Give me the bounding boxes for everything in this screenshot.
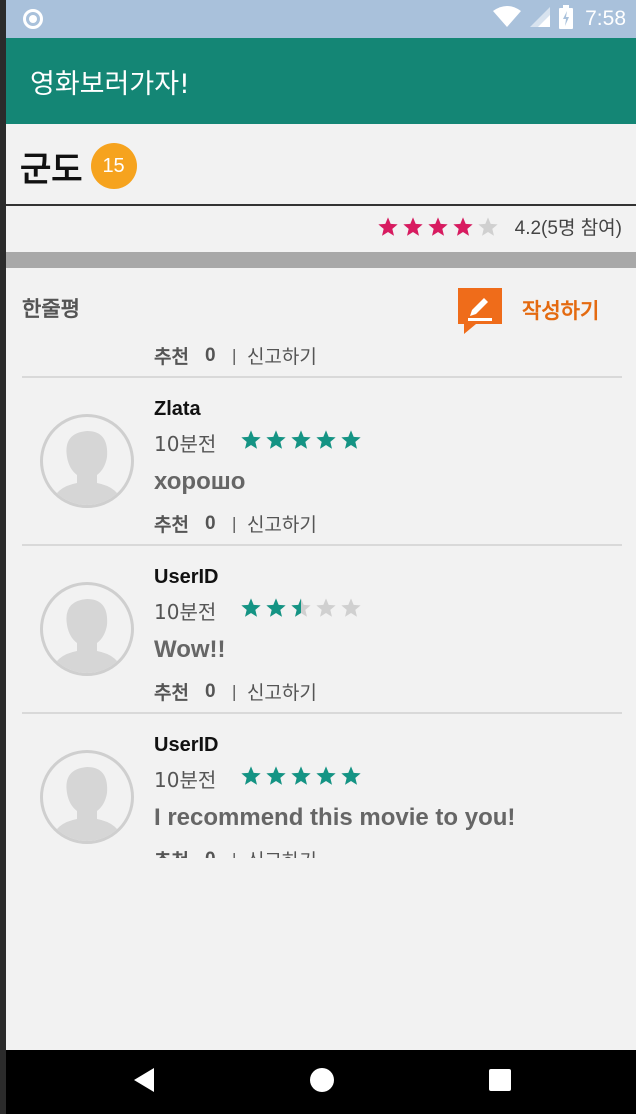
recommend-button[interactable]: 추천 xyxy=(154,342,189,369)
write-review-label: 작성하기 xyxy=(522,299,600,323)
recommend-count: 0 xyxy=(204,344,216,366)
review-time: 10분전 xyxy=(154,768,217,792)
star-icon xyxy=(340,429,362,451)
review-text: хорошо xyxy=(154,468,246,495)
recents-button[interactable] xyxy=(460,1050,540,1114)
star-icon xyxy=(265,597,287,619)
star-icon xyxy=(377,216,399,238)
movie-rating: 4.2(5명 참여) xyxy=(377,213,622,240)
wifi-icon xyxy=(493,6,522,32)
rating-summary: 4.2(5명 참여) xyxy=(514,218,622,239)
review-time: 10분전 xyxy=(154,600,217,624)
recommend-button[interactable]: 추천 xyxy=(154,678,189,705)
star-icon xyxy=(290,597,312,619)
review-stars xyxy=(240,597,362,619)
star-icon xyxy=(340,765,362,787)
report-button[interactable]: 신고하기 xyxy=(247,342,317,369)
signal-icon xyxy=(529,6,551,32)
star-icon xyxy=(290,765,312,787)
home-button[interactable] xyxy=(282,1050,362,1114)
star-icon xyxy=(427,216,449,238)
divider xyxy=(6,204,636,206)
movie-header: 군도 15 xyxy=(20,140,137,192)
recommend-button[interactable]: 추천 xyxy=(154,846,189,858)
star-icon xyxy=(340,597,362,619)
home-icon xyxy=(309,1067,335,1097)
review-actions: 추천 0 | 신고하기 xyxy=(154,510,317,537)
person-icon xyxy=(43,585,131,673)
review-stars xyxy=(240,765,362,787)
recommend-count: 0 xyxy=(205,849,216,859)
section-divider xyxy=(6,252,636,268)
star-icon xyxy=(240,429,262,451)
avatar xyxy=(40,414,134,508)
review-actions: 추천 0 | 신고하기 xyxy=(154,846,317,859)
navigation-bar xyxy=(6,1050,636,1114)
star-icon xyxy=(265,765,287,787)
write-review-button[interactable]: 작성하기 xyxy=(456,285,599,335)
star-icon xyxy=(290,429,312,451)
review-user-id: UserID xyxy=(154,734,219,756)
recommend-button[interactable]: 추천 xyxy=(154,510,189,537)
status-bar: 7:58 xyxy=(6,0,636,38)
review-text: Wow!! xyxy=(154,636,226,663)
report-button[interactable]: 신고하기 xyxy=(247,510,317,537)
battery-icon xyxy=(559,5,574,33)
star-icon xyxy=(240,597,262,619)
star-icon xyxy=(452,216,474,238)
star-icon xyxy=(265,429,287,451)
status-time: 7:58 xyxy=(585,7,626,30)
review-actions: 추천 0 | 신고하기 xyxy=(154,678,317,705)
review-actions: 추천 0 | 신고하기 xyxy=(154,342,317,369)
recents-icon xyxy=(488,1068,512,1096)
star-icon xyxy=(402,216,424,238)
star-icon xyxy=(315,765,337,787)
avatar xyxy=(40,750,134,844)
age-rating-badge: 15 xyxy=(90,143,137,189)
list-item: UserID 10분전 I recommend this movie to yo… xyxy=(22,714,622,858)
app-screen: 7:58 영화보러가자! 군도 15 4.2(5명 참여) 한줄평 작성하기 추… xyxy=(6,0,636,1114)
report-button[interactable]: 신고하기 xyxy=(247,846,317,858)
star-icon xyxy=(315,597,337,619)
movie-rating-stars xyxy=(377,216,499,238)
list-item: 추천 0 | 신고하기 xyxy=(22,340,622,378)
recommend-count: 0 xyxy=(204,512,216,534)
separator: | xyxy=(232,850,237,858)
edit-icon xyxy=(456,286,504,334)
recommend-count: 0 xyxy=(204,680,216,702)
review-user-id: UserID xyxy=(154,566,219,588)
back-button[interactable] xyxy=(104,1050,184,1114)
app-title: 영화보러가자! xyxy=(30,69,190,100)
person-icon xyxy=(43,753,131,841)
separator: | xyxy=(231,346,237,365)
report-button[interactable]: 신고하기 xyxy=(247,678,317,705)
review-list[interactable]: 추천 0 | 신고하기 Zlata 10분전 хорошо 추천 0 | 신고하… xyxy=(6,340,636,858)
movie-title: 군도 xyxy=(20,149,83,190)
app-bar: 영화보러가자! xyxy=(6,38,636,124)
review-time: 10분전 xyxy=(154,432,217,456)
notification-icon xyxy=(23,9,43,29)
back-icon xyxy=(132,1067,156,1097)
avatar xyxy=(40,582,134,676)
review-user-id: Zlata xyxy=(154,398,201,420)
separator: | xyxy=(231,514,237,533)
reviews-section-title: 한줄평 xyxy=(22,297,80,321)
review-text: I recommend this movie to you! xyxy=(154,804,516,831)
list-item: UserID 10분전 Wow!! 추천 0 | 신고하기 xyxy=(22,546,622,714)
separator: | xyxy=(231,682,237,701)
star-icon xyxy=(240,765,262,787)
list-item: Zlata 10분전 хорошо 추천 0 | 신고하기 xyxy=(22,378,622,546)
star-icon xyxy=(315,429,337,451)
star-icon xyxy=(477,216,499,238)
review-stars xyxy=(240,429,362,451)
person-icon xyxy=(43,417,131,505)
